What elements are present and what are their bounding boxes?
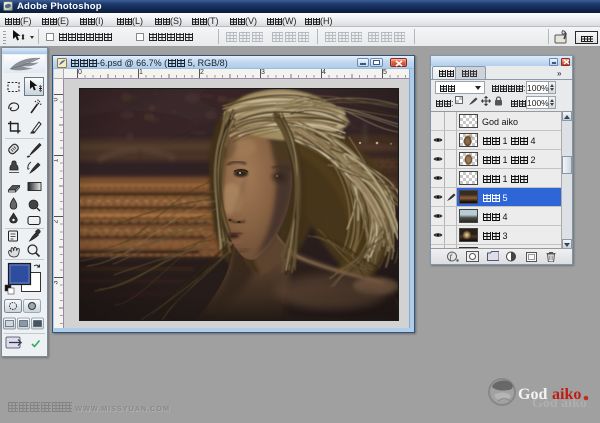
svg-text:f: f xyxy=(450,253,454,262)
svg-text:God: God xyxy=(518,386,547,403)
svg-text:aiko: aiko xyxy=(552,386,581,403)
